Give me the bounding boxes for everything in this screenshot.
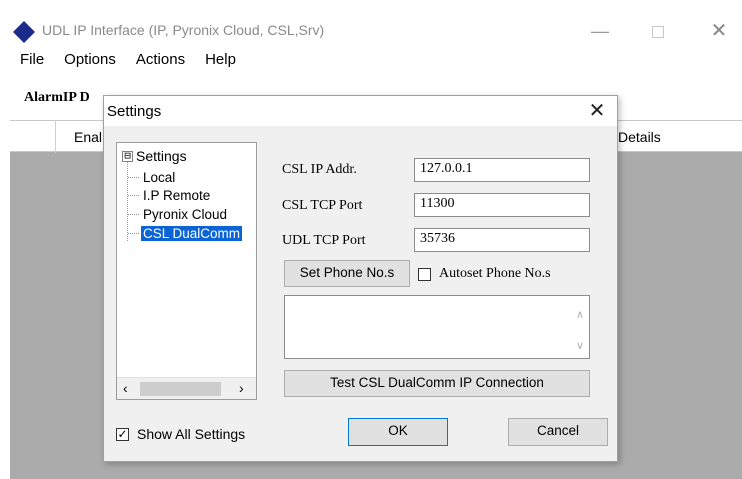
tree-horizontal-scrollbar[interactable]: ‹ › — [117, 377, 256, 399]
dialog-titlebar[interactable]: Settings ✕ — [104, 96, 617, 126]
scroll-left-icon[interactable]: ‹ — [123, 380, 128, 396]
tree-item-ip-remote[interactable]: I.P Remote — [128, 186, 212, 204]
menu-help[interactable]: Help — [195, 48, 246, 74]
minimize-icon[interactable]: — — [585, 17, 615, 45]
tree-item-pyronix-cloud[interactable]: Pyronix Cloud — [128, 205, 229, 223]
menu-options[interactable]: Options — [54, 48, 126, 74]
autoset-phone-checkbox-row[interactable]: Autoset Phone No.s — [418, 266, 551, 282]
close-icon[interactable]: ✕ — [704, 17, 734, 45]
status-memo[interactable]: ∧ ∨ — [284, 295, 590, 359]
dialog-title: Settings — [107, 103, 162, 120]
menu-actions[interactable]: Actions — [126, 48, 195, 74]
show-all-settings-checkbox[interactable]: ✓ — [116, 427, 129, 441]
menubar: File Options Actions Help — [14, 48, 246, 74]
window-title: UDL IP Interface (IP, Pyronix Cloud, CSL… — [42, 22, 325, 38]
diamond-icon — [13, 21, 35, 43]
scroll-right-icon[interactable]: › — [239, 380, 244, 396]
test-connection-button[interactable]: Test CSL DualComm IP Connection — [284, 370, 590, 397]
ok-button[interactable]: OK — [348, 418, 448, 446]
tree-item-local[interactable]: Local — [128, 168, 177, 186]
udl-tcp-port-label: UDL TCP Port — [282, 233, 366, 248]
maximize-icon[interactable] — [643, 17, 673, 45]
csl-tcp-port-label: CSL TCP Port — [282, 198, 363, 213]
show-all-settings-label[interactable]: Show All Settings — [137, 426, 245, 442]
column-details[interactable]: Details — [618, 129, 661, 145]
autoset-phone-label[interactable]: Autoset Phone No.s — [439, 266, 551, 282]
column-separator[interactable] — [55, 121, 56, 153]
csl-ip-input[interactable]: 127.0.0.1 — [414, 158, 590, 182]
menu-file[interactable]: File — [14, 48, 54, 74]
scroll-up-icon[interactable]: ∧ — [576, 308, 584, 321]
tree-item-csl-dualcomm[interactable]: CSL DualComm — [128, 224, 243, 242]
set-phone-button[interactable]: Set Phone No.s — [284, 260, 410, 287]
tree-root[interactable]: ⊟ Settings — [122, 148, 187, 164]
dialog-close-icon[interactable]: ✕ — [582, 98, 612, 124]
show-all-settings-row[interactable]: ✓ Show All Settings — [116, 426, 245, 442]
cancel-button[interactable]: Cancel — [508, 418, 608, 446]
main-titlebar[interactable]: UDL IP Interface (IP, Pyronix Cloud, CSL… — [10, 14, 742, 48]
settings-dialog: Settings ✕ ⊟ Settings Local I.P Remote P… — [103, 95, 618, 462]
settings-tree[interactable]: ⊟ Settings Local I.P Remote Pyronix Clou… — [116, 142, 257, 400]
csl-ip-label: CSL IP Addr. — [282, 162, 357, 177]
column-enabled[interactable]: Enal — [74, 129, 102, 145]
udl-tcp-port-input[interactable]: 35736 — [414, 228, 590, 252]
collapse-icon[interactable]: ⊟ — [122, 150, 133, 162]
scroll-thumb[interactable] — [140, 382, 221, 396]
alarm-ip-header: AlarmIP D — [24, 90, 90, 105]
tree-root-label[interactable]: Settings — [136, 148, 187, 164]
csl-tcp-port-input[interactable]: 11300 — [414, 193, 590, 217]
scroll-down-icon[interactable]: ∨ — [576, 339, 584, 352]
autoset-phone-checkbox[interactable] — [418, 267, 431, 281]
